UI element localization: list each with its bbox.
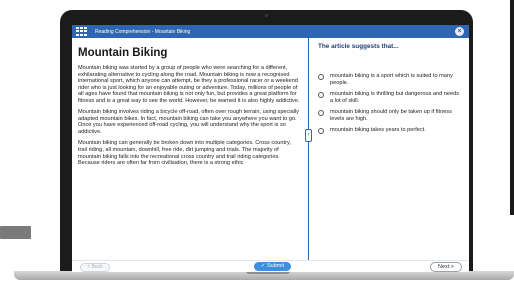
question-panel: The article suggests that... mountain bi… <box>310 38 469 260</box>
answer-option[interactable]: mountain biking is thrilling but dangero… <box>318 91 462 104</box>
grid-menu-icon[interactable] <box>76 27 88 36</box>
footer-bar: < Back ✓ Submit Next > <box>72 260 469 272</box>
passage-paragraph: Mountain biking can generally be broken … <box>78 140 291 167</box>
radio-button[interactable] <box>318 92 324 98</box>
answer-option-label[interactable]: mountain biking is thrilling but dangero… <box>330 91 462 104</box>
pane-divider[interactable] <box>308 38 309 260</box>
answer-option[interactable]: mountain biking is a sport which is suit… <box>318 73 462 86</box>
answer-options: mountain biking is a sport which is suit… <box>318 73 462 134</box>
app-screen: Reading Comprehension - Mountain Biking … <box>72 25 469 272</box>
answer-option-label[interactable]: mountain biking takes years to perfect. <box>330 127 426 134</box>
passage-paragraph: Mountain biking was started by a group o… <box>78 65 300 104</box>
radio-button[interactable] <box>318 110 324 116</box>
question-prompt: The article suggests that... <box>318 43 399 50</box>
passage-title: Mountain Biking <box>78 47 168 59</box>
radio-button[interactable] <box>318 74 324 80</box>
next-button[interactable]: Next > <box>430 262 462 272</box>
radio-button[interactable] <box>318 128 324 134</box>
answer-option[interactable]: mountain biking should only be taken up … <box>318 109 462 122</box>
answer-option-label[interactable]: mountain biking should only be taken up … <box>330 109 462 122</box>
answer-option-label[interactable]: mountain biking is a sport which is suit… <box>330 73 462 86</box>
title-bar: Reading Comprehension - Mountain Biking … <box>72 25 469 38</box>
stage: Reading Comprehension - Mountain Biking … <box>0 0 514 298</box>
background-device-right <box>510 0 514 215</box>
passage-paragraph: Mountain biking involves riding a bicycl… <box>78 109 299 135</box>
breadcrumb: Reading Comprehension - Mountain Biking <box>95 28 191 35</box>
back-button[interactable]: < Back <box>80 263 110 272</box>
background-device-left <box>0 226 31 239</box>
answer-option[interactable]: mountain biking takes years to perfect. <box>318 127 462 134</box>
close-icon[interactable]: × <box>455 27 464 36</box>
passage-pane[interactable]: Mountain Biking Mountain biking was star… <box>72 38 307 260</box>
webcam <box>265 14 268 17</box>
submit-button[interactable]: ✓ Submit <box>254 262 291 271</box>
